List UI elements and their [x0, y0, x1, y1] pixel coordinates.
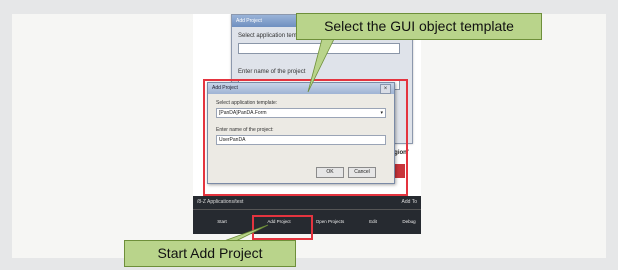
bottom-callout: Start Add Project — [124, 240, 296, 267]
bottom-callout-text: Start Add Project — [157, 245, 263, 261]
top-callout-text: Select the GUI object template — [324, 18, 514, 34]
callout-leaders — [223, 38, 335, 242]
top-callout-pointer — [307, 38, 335, 93]
bottom-callout-pointer — [223, 224, 269, 242]
top-callout: Select the GUI object template — [296, 13, 542, 40]
